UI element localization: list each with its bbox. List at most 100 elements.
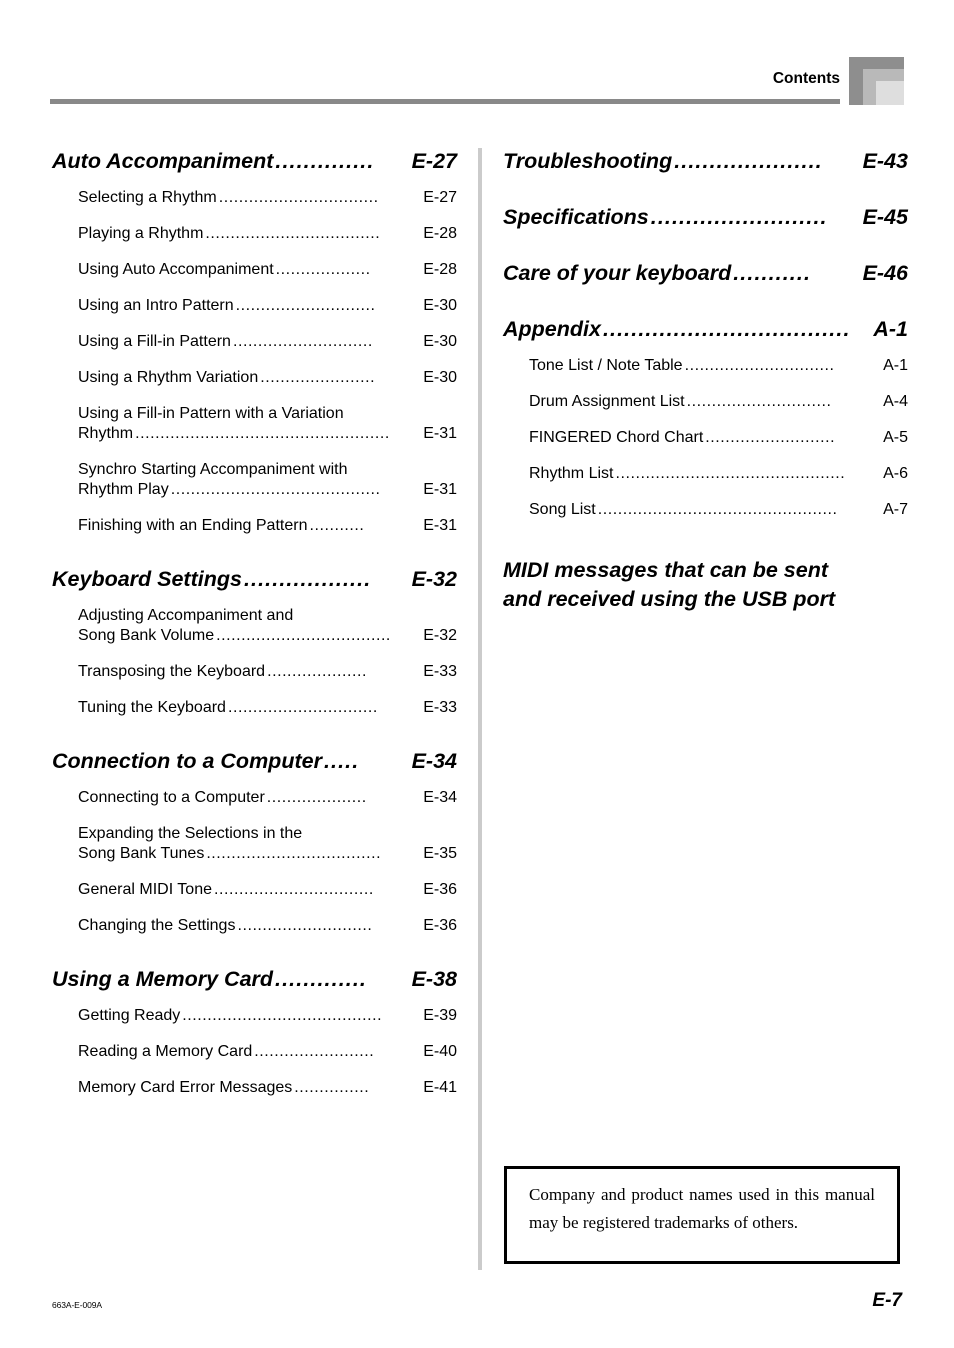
- toc-item-title: Tuning the Keyboard: [78, 699, 226, 716]
- toc-item-entry[interactable]: Memory Card Error Messages..............…: [52, 1078, 457, 1098]
- toc-chapter-title: Connection to a Computer: [52, 749, 322, 773]
- toc-item-entry[interactable]: FINGERED Chord Chart....................…: [503, 428, 908, 448]
- toc-page-number: E-36: [423, 917, 457, 934]
- toc-item-entry[interactable]: Synchro Starting Accompaniment with Rhyth…: [52, 460, 457, 500]
- table-of-contents: Auto Accompaniment.............. E-27 Sele…: [0, 148, 954, 1278]
- toc-item-title: Getting Ready: [78, 1007, 181, 1024]
- trademark-notice-text: Company and product names used in this m…: [529, 1185, 875, 1232]
- toc-item-entry[interactable]: Reading a Memory Card...................…: [52, 1042, 457, 1062]
- toc-chapter-title: Auto Accompaniment: [52, 149, 274, 173]
- toc-page-number: E-28: [423, 225, 457, 242]
- toc-leader-dots: ...............: [294, 1079, 370, 1096]
- toc-page-number: A-7: [883, 501, 908, 518]
- toc-chapter-entry[interactable]: Care of your keyboard........... E-46: [503, 260, 908, 286]
- toc-chapter-title-line2: and received using the USB port: [503, 587, 836, 611]
- toc-chapter-entry[interactable]: Auto Accompaniment.............. E-27: [52, 148, 457, 174]
- toc-item-title: Song List: [529, 501, 596, 518]
- toc-leader-dots: ........................: [254, 1043, 375, 1060]
- toc-chapter-title: Keyboard Settings: [52, 567, 242, 591]
- toc-page-number: E-34: [411, 749, 457, 773]
- toc-item-title-line1: Using a Fill-in Pattern with a Variation: [78, 405, 344, 422]
- toc-chapter-entry[interactable]: Using a Memory Card............. E-38: [52, 966, 457, 992]
- toc-item-title: Rhythm List: [529, 465, 614, 482]
- toc-item-title: Rhythm Play: [78, 481, 169, 498]
- toc-page-number: E-31: [423, 425, 457, 442]
- toc-leader-dots: ........................................…: [170, 481, 381, 498]
- toc-chapter-title: Care of your keyboard: [503, 261, 732, 285]
- toc-chapter-entry[interactable]: Appendix................................…: [503, 316, 908, 342]
- toc-page-number: E-34: [423, 789, 457, 806]
- toc-item-entry[interactable]: Using a Fill-in Pattern with a Variation…: [52, 404, 457, 444]
- toc-leader-dots: .............: [275, 967, 367, 991]
- toc-leader-dots: ............................: [235, 297, 376, 314]
- footer-document-code: 663A-E-009A: [52, 1300, 102, 1310]
- toc-page-number: E-33: [423, 663, 457, 680]
- toc-item-entry[interactable]: Song List...............................…: [503, 500, 908, 520]
- corner-square-inner: [876, 81, 904, 105]
- toc-item-title: Using Auto Accompaniment: [78, 261, 274, 278]
- toc-page-number: E-43: [862, 149, 908, 173]
- toc-item-entry[interactable]: Expanding the Selections in the Song Bank…: [52, 824, 457, 864]
- toc-item-entry[interactable]: Tone List / Note Table..................…: [503, 356, 908, 376]
- toc-item-entry[interactable]: Rhythm List.............................…: [503, 464, 908, 484]
- toc-leader-dots: ...................................: [205, 225, 381, 242]
- toc-leader-dots: ..........................: [705, 429, 836, 446]
- toc-item-title: Drum Assignment List: [529, 393, 685, 410]
- toc-leader-dots: ...........: [309, 517, 365, 534]
- toc-page-number: E-30: [423, 369, 457, 386]
- toc-leader-dots: ............................: [232, 333, 373, 350]
- toc-leader-dots: ...................................: [216, 627, 391, 644]
- toc-item-entry[interactable]: Tuning the Keyboard.....................…: [52, 698, 457, 718]
- toc-item-title: Playing a Rhythm: [78, 225, 204, 242]
- toc-item-entry[interactable]: Finishing with an Ending Pattern........…: [52, 516, 457, 536]
- toc-page-number: E-30: [423, 297, 457, 314]
- toc-item-title-line1: Adjusting Accompaniment and: [78, 607, 294, 624]
- page-footer: 663A-E-009A E-7: [0, 1290, 954, 1330]
- toc-leader-dots: ....................: [267, 663, 367, 680]
- toc-item-title: Changing the Settings: [78, 917, 236, 934]
- toc-chapter-title: Troubleshooting: [503, 149, 673, 173]
- toc-leader-dots: ................................: [214, 881, 374, 898]
- toc-item-entry[interactable]: Using a Rhythm Variation................…: [52, 368, 457, 388]
- toc-page-number: E-33: [423, 699, 457, 716]
- toc-item-entry[interactable]: Transposing the Keyboard................…: [52, 662, 457, 682]
- toc-item-entry[interactable]: Using an Intro Pattern..................…: [52, 296, 457, 316]
- toc-chapter-entry[interactable]: Connection to a Computer..... E-34: [52, 748, 457, 774]
- toc-item-entry[interactable]: Selecting a Rhythm......................…: [52, 188, 457, 208]
- toc-chapter-entry[interactable]: Keyboard Settings.................. E-32: [52, 566, 457, 592]
- toc-chapter-entry[interactable]: MIDI messages that can be sent and receiv…: [503, 556, 908, 614]
- toc-item-entry[interactable]: Playing a Rhythm........................…: [52, 224, 457, 244]
- trademark-notice-box: Company and product names used in this m…: [504, 1166, 900, 1264]
- toc-item-title-line1: Synchro Starting Accompaniment with: [78, 461, 348, 478]
- toc-page-number: E-27: [423, 189, 457, 206]
- toc-column-right: Troubleshooting..................... E-43…: [503, 148, 908, 614]
- toc-page-number: E-45: [862, 205, 908, 229]
- column-divider: [478, 148, 482, 1270]
- toc-page-number: A-1: [883, 357, 908, 374]
- toc-item-entry[interactable]: General MIDI Tone.......................…: [52, 880, 457, 900]
- toc-chapter-title: Appendix: [503, 317, 601, 341]
- toc-item-entry[interactable]: Changing the Settings...................…: [52, 916, 457, 936]
- toc-leader-dots: .......................: [260, 369, 376, 386]
- toc-leader-dots: ........................................…: [135, 425, 390, 442]
- toc-page-number: E-31: [423, 517, 457, 534]
- toc-page-number: E-32: [423, 627, 457, 644]
- toc-column-left: Auto Accompaniment.............. E-27 Sele…: [52, 148, 457, 1114]
- toc-page-number: E-38: [411, 967, 457, 991]
- toc-item-entry[interactable]: Drum Assignment List....................…: [503, 392, 908, 412]
- toc-chapter-entry[interactable]: Troubleshooting..................... E-43: [503, 148, 908, 174]
- toc-item-title: General MIDI Tone: [78, 881, 212, 898]
- toc-item-entry[interactable]: Using a Fill-in Pattern.................…: [52, 332, 457, 352]
- toc-item-entry[interactable]: Using Auto Accompaniment................…: [52, 260, 457, 280]
- toc-item-title: Selecting a Rhythm: [78, 189, 217, 206]
- toc-chapter-entry[interactable]: Specifications......................... E…: [503, 204, 908, 230]
- toc-leader-dots: .........................: [650, 205, 828, 229]
- toc-item-title: Finishing with an Ending Pattern: [78, 517, 308, 534]
- toc-page-number: E-31: [423, 481, 457, 498]
- toc-item-entry[interactable]: Connecting to a Computer................…: [52, 788, 457, 808]
- header-divider-rule: [50, 99, 840, 104]
- toc-item-title: Reading a Memory Card: [78, 1043, 253, 1060]
- toc-page-number: E-46: [862, 261, 908, 285]
- toc-item-entry[interactable]: Adjusting Accompaniment and Song Bank Vol…: [52, 606, 457, 646]
- toc-item-entry[interactable]: Getting Ready...........................…: [52, 1006, 457, 1026]
